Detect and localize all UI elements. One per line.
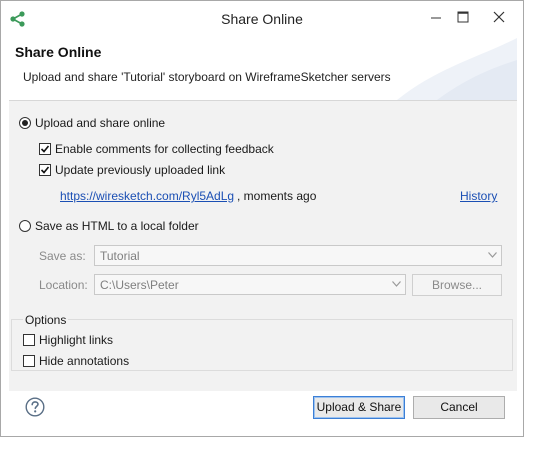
maximize-button[interactable] [448, 7, 478, 29]
save-as-value: Tutorial [100, 249, 140, 263]
banner-decoration [397, 38, 517, 100]
highlight-links-checkbox[interactable] [23, 334, 35, 346]
highlight-links-label[interactable]: Highlight links [39, 333, 113, 347]
chevron-down-icon [488, 252, 497, 258]
radio-selected-dot [22, 120, 28, 126]
browse-button[interactable]: Browse... [412, 274, 502, 296]
upload-online-radio[interactable] [19, 117, 31, 129]
options-group-title: Options [23, 313, 69, 327]
save-html-label[interactable]: Save as HTML to a local folder [35, 219, 199, 233]
hide-annotations-checkbox[interactable] [23, 355, 35, 367]
hide-annotations-label[interactable]: Hide annotations [39, 354, 129, 368]
update-link-checkbox[interactable] [39, 164, 51, 176]
enable-comments-label[interactable]: Enable comments for collecting feedback [55, 142, 274, 156]
chevron-down-icon [392, 281, 401, 287]
title-bar: Share Online [1, 1, 523, 37]
checkmark-icon [40, 145, 50, 153]
minimize-button[interactable] [421, 7, 451, 29]
save-html-radio[interactable] [19, 220, 31, 232]
upload-online-label[interactable]: Upload and share online [35, 116, 165, 130]
history-link[interactable]: History [460, 189, 497, 203]
update-link-label[interactable]: Update previously uploaded link [55, 163, 225, 177]
save-as-label: Save as: [39, 249, 86, 263]
location-value: C:\Users\Peter [100, 278, 179, 292]
location-combobox[interactable]: C:\Users\Peter [94, 274, 406, 295]
save-as-combobox[interactable]: Tutorial [94, 245, 502, 266]
shared-link[interactable]: https://wiresketch.com/Ryl5AdLg [60, 189, 234, 203]
location-label: Location: [39, 278, 88, 292]
checkmark-icon [40, 166, 50, 174]
banner-description: Upload and share 'Tutorial' storyboard o… [23, 70, 391, 84]
share-online-dialog: Share Online Share Online Upload and sha… [0, 0, 524, 437]
enable-comments-checkbox[interactable] [39, 143, 51, 155]
cancel-button[interactable]: Cancel [413, 396, 505, 419]
help-icon[interactable] [25, 397, 45, 417]
header-banner: Share Online Upload and share 'Tutorial'… [9, 38, 517, 101]
banner-title: Share Online [15, 44, 102, 60]
close-button[interactable] [484, 7, 514, 29]
upload-share-button[interactable]: Upload & Share [313, 396, 405, 419]
link-timestamp: , moments ago [237, 189, 317, 203]
